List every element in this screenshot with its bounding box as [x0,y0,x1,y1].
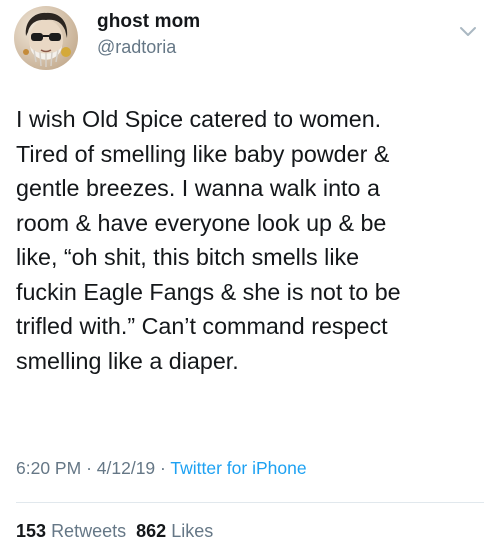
avatar-image [23,12,71,67]
tweet-source-link[interactable]: Twitter for iPhone [170,458,306,478]
retweets-label: Retweets [51,521,127,541]
likes-stat[interactable]: 862 Likes [136,521,213,541]
chevron-down-icon[interactable] [456,22,480,42]
tweet-date[interactable]: 4/12/19 [97,458,155,478]
tweet-text: I wish Old Spice catered to women. Tired… [16,106,401,374]
meta-separator: · [86,458,92,478]
divider [16,502,484,503]
meta-separator: · [160,458,166,478]
likes-label: Likes [171,521,214,541]
tweet-meta: 6:20 PM · 4/12/19 · Twitter for iPhone [16,458,307,479]
tweet-card: ghost mom @radtoria I wish Old Spice cat… [0,0,500,548]
avatar[interactable] [14,6,78,70]
tweet-stats: 153 Retweets 862 Likes [16,521,213,542]
display-name[interactable]: ghost mom [97,11,200,33]
user-handle[interactable]: @radtoria [97,37,176,58]
likes-count: 862 [136,521,167,541]
retweets-count: 153 [16,521,47,541]
retweets-stat[interactable]: 153 Retweets [16,521,126,541]
tweet-time[interactable]: 6:20 PM [16,458,81,478]
